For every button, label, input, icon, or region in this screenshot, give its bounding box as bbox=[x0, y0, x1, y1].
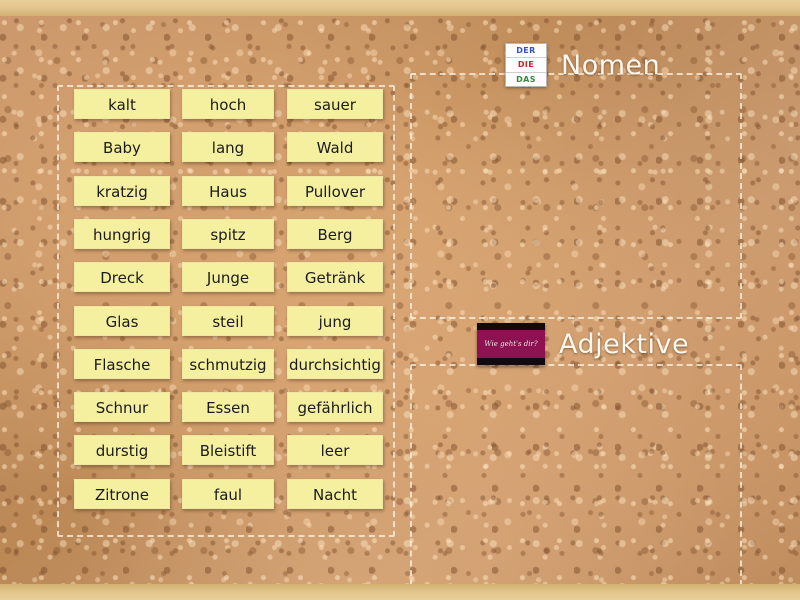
word-tile[interactable]: Essen bbox=[182, 392, 274, 423]
category-nomen-label: Nomen bbox=[561, 49, 661, 81]
word-tile[interactable]: gefährlich bbox=[287, 392, 383, 423]
category-adjektive: Wie geht's dir? Adjektive bbox=[477, 323, 689, 365]
word-tile[interactable]: Nacht bbox=[287, 478, 383, 509]
dropzone-adjektive[interactable] bbox=[410, 364, 742, 586]
der-label: DER bbox=[506, 44, 546, 59]
word-tile[interactable]: kratzig bbox=[74, 175, 170, 206]
word-tile[interactable]: hoch bbox=[182, 89, 274, 119]
word-tile[interactable]: Junge bbox=[182, 262, 274, 293]
word-tile[interactable]: Bleistift bbox=[182, 435, 274, 466]
word-tile[interactable]: jung bbox=[287, 305, 383, 336]
word-tile[interactable]: Pullover bbox=[287, 175, 383, 206]
word-tile[interactable]: spitz bbox=[182, 218, 274, 249]
word-tile[interactable]: Flasche bbox=[74, 348, 170, 379]
word-tile[interactable]: sauer bbox=[287, 89, 383, 119]
word-tile[interactable]: Wald bbox=[287, 132, 383, 163]
word-tile[interactable]: hungrig bbox=[74, 218, 170, 249]
der-die-das-icon: DER DIE DAS bbox=[505, 43, 547, 87]
word-tile[interactable]: lang bbox=[182, 132, 274, 163]
word-tile[interactable]: steil bbox=[182, 305, 274, 336]
word-tile[interactable]: Baby bbox=[74, 132, 170, 163]
dropzone-nomen[interactable] bbox=[410, 73, 742, 319]
banner-thumbnail-text: Wie geht's dir? bbox=[484, 340, 538, 348]
word-tile[interactable]: kalt bbox=[74, 89, 170, 119]
das-label: DAS bbox=[516, 74, 536, 84]
board-frame-top bbox=[0, 0, 800, 16]
category-adjektive-label: Adjektive bbox=[559, 328, 690, 360]
word-tile[interactable]: durchsichtig bbox=[287, 348, 383, 379]
banner-thumbnail-icon: Wie geht's dir? bbox=[477, 323, 545, 365]
word-tile[interactable]: Schnur bbox=[74, 392, 170, 423]
activity-board: kalt hoch sauer Baby lang Wald kratzig Haus Pull… bbox=[0, 0, 800, 600]
word-tile[interactable]: Glas bbox=[74, 305, 170, 336]
word-tile[interactable]: Berg bbox=[287, 218, 383, 249]
word-tile[interactable]: Dreck bbox=[74, 262, 170, 293]
word-tile[interactable]: Zitrone bbox=[74, 478, 170, 509]
word-tile[interactable]: durstig bbox=[74, 435, 170, 466]
word-tile[interactable]: schmutzig bbox=[182, 348, 274, 379]
board-frame-bottom bbox=[0, 584, 800, 600]
word-tile[interactable]: Getränk bbox=[287, 262, 383, 293]
word-tile[interactable]: Haus bbox=[182, 175, 274, 206]
category-nomen: DER DIE DAS Nomen bbox=[505, 43, 660, 87]
corkboard-surface: kalt hoch sauer Baby lang Wald kratzig Haus Pull… bbox=[0, 16, 800, 586]
word-tile[interactable]: leer bbox=[287, 435, 383, 466]
word-tile[interactable]: faul bbox=[182, 478, 274, 509]
die-label: DIE bbox=[506, 58, 546, 73]
